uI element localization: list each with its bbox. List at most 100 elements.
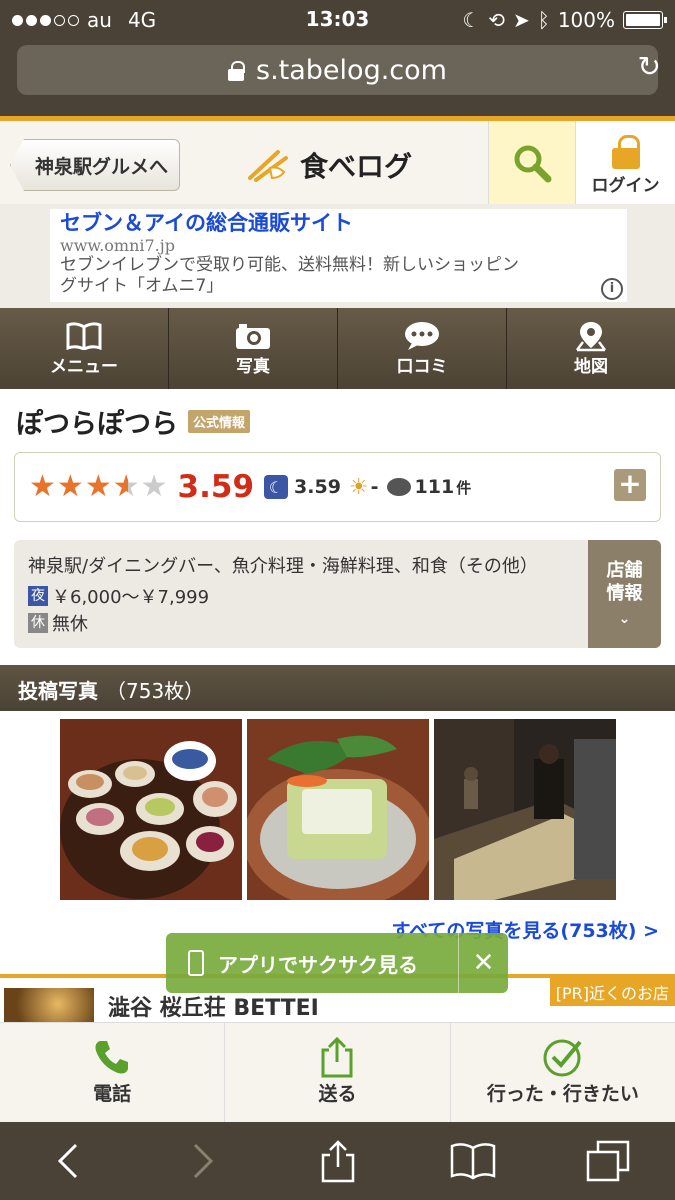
dinner-rating: 3.59 (294, 476, 341, 498)
ad-content[interactable]: セブン＆アイの総合通販サイト www.omni7.jp セブンイレブンで受取り可… (50, 209, 627, 302)
status-bar: au 4G 13:03 ☾ ⟲ ➤ ᛒ 100% (0, 0, 675, 40)
book-icon (450, 1143, 495, 1180)
nav-reviews-label: 口コミ (396, 357, 448, 377)
holiday-text: 無休 (52, 614, 88, 635)
lock-icon (228, 61, 246, 81)
store-info-label: 店舗情報 (606, 560, 643, 604)
restaurant-name: ぽつらぽつら (16, 409, 178, 440)
chevron-right-icon (193, 1143, 213, 1179)
nav-map[interactable]: 地図 (507, 308, 675, 389)
moon-icon: ☾ (462, 8, 481, 32)
half-star-icon: ★ (112, 469, 140, 504)
share-icon (321, 1036, 353, 1078)
star-icon: ★ (29, 469, 56, 504)
review-count: 111 (414, 476, 455, 498)
terrine-dish-photo (247, 719, 429, 900)
url-text: s.tabelog.com (256, 54, 447, 86)
rating-score: 3.59 (177, 469, 255, 505)
camera-icon (236, 324, 270, 349)
phone-icon (95, 1041, 129, 1074)
went-want-label: 行った・行きたい (486, 1083, 639, 1105)
restaurant-interior-photo (434, 719, 616, 900)
search-button[interactable] (488, 121, 575, 204)
checkmark-icon (543, 1039, 582, 1077)
tabs-icon (586, 1140, 629, 1182)
send-label: 送る (318, 1083, 357, 1105)
battery-percent: 100% (557, 8, 615, 32)
expand-rating-button[interactable]: + (614, 469, 646, 501)
action-bar: 電話 送る 行った・行きたい (0, 1022, 675, 1122)
holiday-tag: 休 (28, 613, 48, 633)
nav-menu[interactable]: メニュー (0, 308, 169, 389)
ad-url: www.omni7.jp (60, 236, 175, 256)
restaurant-info: 神泉駅/ダイニングバー、魚介料理・海鮮料理、和食（その他） 夜 ￥6,000～￥… (14, 540, 661, 648)
bookmarks-button[interactable] (443, 1136, 503, 1186)
rating-box: ★ ★ ★ ★ ★ 3.59 ☾ 3.59 ☀ - 111 件 + (14, 452, 661, 522)
location-icon: ➤ (513, 8, 530, 32)
share-icon (321, 1140, 354, 1183)
call-label: 電話 (93, 1083, 132, 1105)
nav-menu-label: メニュー (50, 357, 118, 377)
nav-map-label: 地図 (574, 357, 608, 377)
photos-count: （753枚） (106, 679, 205, 703)
chat-icon (405, 322, 439, 350)
browser-toolbar (0, 1122, 675, 1200)
close-icon[interactable]: ✕ (458, 933, 508, 993)
send-button[interactable]: 送る (225, 1023, 451, 1122)
moon-icon: ☾ (264, 475, 289, 499)
reload-icon[interactable]: ↻ (638, 50, 661, 83)
restaurant-title: ぽつらぽつら 公式情報 (16, 402, 251, 441)
lunch-rating: - (370, 476, 379, 498)
photo-thumbnail[interactable] (60, 719, 242, 900)
nav-photos[interactable]: 写真 (169, 308, 338, 389)
photos-section-header: 投稿写真 （753枚） (0, 665, 675, 711)
empty-star-icon: ★ (140, 469, 168, 504)
pr-restaurant-name: 澁谷 桜丘荘 BETTEI (108, 996, 319, 1021)
official-info-badge: 公式情報 (188, 410, 251, 433)
review-unit: 件 (456, 478, 472, 497)
browser-back-button[interactable] (38, 1136, 98, 1186)
sun-icon: ☀ (348, 474, 369, 500)
login-button[interactable]: ログイン (575, 121, 675, 204)
tabelog-logo[interactable]: 食べログ (248, 145, 412, 185)
app-promo-toast[interactable]: アプリでサクサク見る ✕ (166, 933, 508, 993)
url-field[interactable]: s.tabelog.com (17, 45, 658, 95)
browser-share-button[interactable] (308, 1136, 368, 1186)
map-pin-icon (576, 322, 606, 352)
appetizer-plate-photo (60, 719, 242, 900)
category-text: 神泉駅/ダイニングバー、魚介料理・海鮮料理、和食（その他） (28, 556, 538, 577)
app-promo-text: アプリでサクサク見る (218, 952, 418, 977)
rotation-lock-icon: ⟲ (488, 8, 506, 32)
login-label: ログイン (591, 176, 660, 196)
logo-text: 食べログ (300, 150, 413, 183)
site-header: 神泉駅グルメへ 食べログ ログイン (0, 116, 675, 204)
photo-thumbnail[interactable] (247, 719, 429, 900)
star-icon: ★ (56, 469, 84, 504)
book-icon (66, 322, 102, 350)
smartphone-icon (188, 950, 204, 976)
bluetooth-icon: ᛒ (537, 8, 550, 32)
went-want-button[interactable]: 行った・行きたい (451, 1023, 675, 1122)
chevron-left-icon (57, 1143, 77, 1179)
ad-info-icon[interactable]: i (601, 278, 623, 300)
tabs-button[interactable] (578, 1136, 638, 1186)
call-button[interactable]: 電話 (0, 1023, 226, 1122)
night-tag: 夜 (28, 586, 48, 606)
nav-photos-label: 写真 (236, 357, 270, 377)
review-bubble-icon (386, 478, 411, 496)
star-icon: ★ (84, 469, 112, 504)
store-info-button[interactable]: 店舗情報 ⌄ (588, 540, 661, 648)
chopsticks-icon (248, 150, 288, 182)
restaurant-nav: メニュー 写真 口コミ 地図 (0, 308, 675, 389)
back-to-area-button[interactable]: 神泉駅グルメへ (10, 139, 180, 191)
photos-title: 投稿写真 (18, 679, 98, 703)
photo-thumbnail[interactable] (434, 719, 616, 900)
pr-label: [PR]近くのお店 (549, 978, 675, 1006)
ad-title[interactable]: セブン＆アイの総合通販サイト (60, 211, 617, 236)
search-icon (514, 145, 552, 182)
browser-address-bar: s.tabelog.com ↻ (0, 40, 675, 116)
nav-reviews[interactable]: 口コミ (338, 308, 507, 389)
chevron-down-icon: ⌄ (618, 611, 631, 627)
ad-description: セブンイレブンで受取り可能、送料無料！新しいショッピングサイト「オムニ7」 (60, 255, 519, 296)
browser-forward-button[interactable] (173, 1136, 233, 1186)
